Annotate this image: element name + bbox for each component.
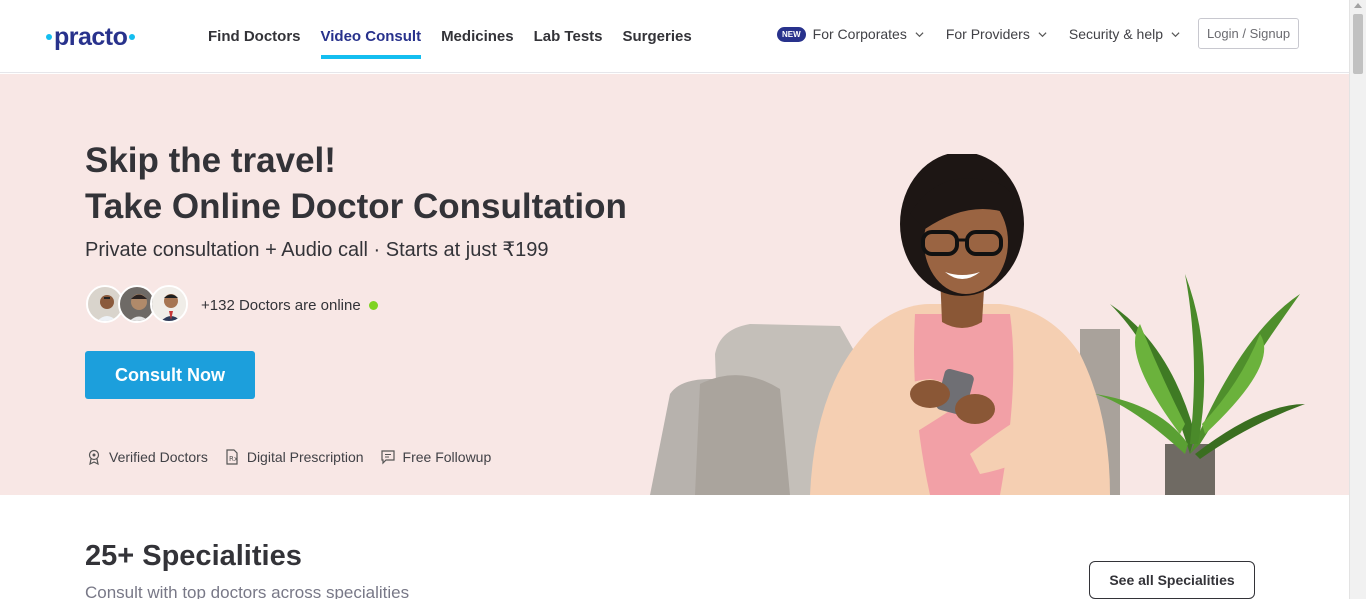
page-scrollbar[interactable] — [1349, 0, 1366, 599]
chevron-down-icon — [1171, 31, 1180, 37]
logo-dot-right — [129, 34, 136, 40]
doctors-online: +132 Doctors are online — [201, 297, 378, 314]
hero-subtitle: Private consultation + Audio call · Star… — [85, 239, 549, 261]
nav-surgeries[interactable]: Surgeries — [623, 0, 692, 73]
nav-lab-tests[interactable]: Lab Tests — [534, 0, 603, 73]
security-help-label: Security & help — [1068, 26, 1164, 42]
hero-banner: Skip the travel! Take Online Doctor Cons… — [0, 74, 1349, 495]
online-indicator-icon — [368, 301, 378, 310]
chevron-down-icon — [1038, 31, 1047, 37]
specialities-title: 25+ Specialities — [85, 540, 302, 572]
security-help-menu[interactable]: Security & help — [1069, 26, 1180, 42]
specialities-subtitle: Consult with top doctors across speciali… — [85, 583, 410, 599]
hero-title-line2: Take Online Doctor Consultation — [85, 187, 627, 226]
for-corporates-label: For Corporates — [812, 26, 907, 42]
for-providers-menu[interactable]: For Providers — [946, 26, 1047, 42]
hero-title: Skip the travel! Take Online Doctor Cons… — [85, 138, 627, 230]
new-badge: NEW — [777, 26, 806, 42]
chat-icon — [380, 450, 395, 465]
nav-medicines[interactable]: Medicines — [441, 0, 514, 73]
logo-dot-left — [46, 34, 52, 40]
nav-video-consult[interactable]: Video Consult — [320, 0, 421, 73]
prescription-icon: Rx — [226, 449, 238, 465]
hero-illustration — [650, 154, 1305, 495]
feature-label: Digital Prescription — [246, 449, 364, 465]
feature-label: Free Followup — [402, 449, 492, 465]
consult-now-button[interactable]: Consult Now — [85, 351, 255, 399]
see-all-specialities-button[interactable]: See all Specialities — [1089, 561, 1255, 599]
doctors-online-label: +132 Doctors are online — [201, 297, 361, 314]
feature-free-followup: Free Followup — [380, 449, 492, 465]
for-providers-label: For Providers — [945, 26, 1030, 42]
svg-text:Rx: Rx — [229, 455, 238, 463]
doctor-avatar — [150, 285, 188, 323]
practo-logo[interactable]: practo — [46, 22, 136, 52]
badge-icon — [88, 449, 100, 465]
for-corporates-menu[interactable]: For Corporates — [813, 26, 924, 42]
scrollbar-thumb[interactable] — [1353, 14, 1363, 74]
login-signup-button[interactable]: Login / Signup — [1198, 18, 1299, 49]
hero-title-line1: Skip the travel! — [85, 141, 336, 180]
feature-label: Verified Doctors — [109, 449, 208, 465]
chevron-down-icon — [915, 31, 924, 37]
main-nav: Find Doctors Video Consult Medicines Lab… — [208, 0, 712, 73]
nav-find-doctors[interactable]: Find Doctors — [208, 0, 301, 73]
logo-text: practo — [54, 22, 128, 51]
feature-digital-prescription: Rx Digital Prescription — [224, 449, 364, 465]
feature-verified-doctors: Verified Doctors — [86, 449, 208, 465]
doctor-avatars — [86, 285, 188, 323]
secondary-nav: NEW For Corporates For Providers Securit… — [777, 0, 1202, 68]
top-header: practo Find Doctors Video Consult Medici… — [0, 0, 1349, 73]
feature-list: Verified Doctors Rx Digital Prescription… — [86, 449, 507, 465]
scroll-up-arrow-icon[interactable] — [1354, 3, 1362, 8]
